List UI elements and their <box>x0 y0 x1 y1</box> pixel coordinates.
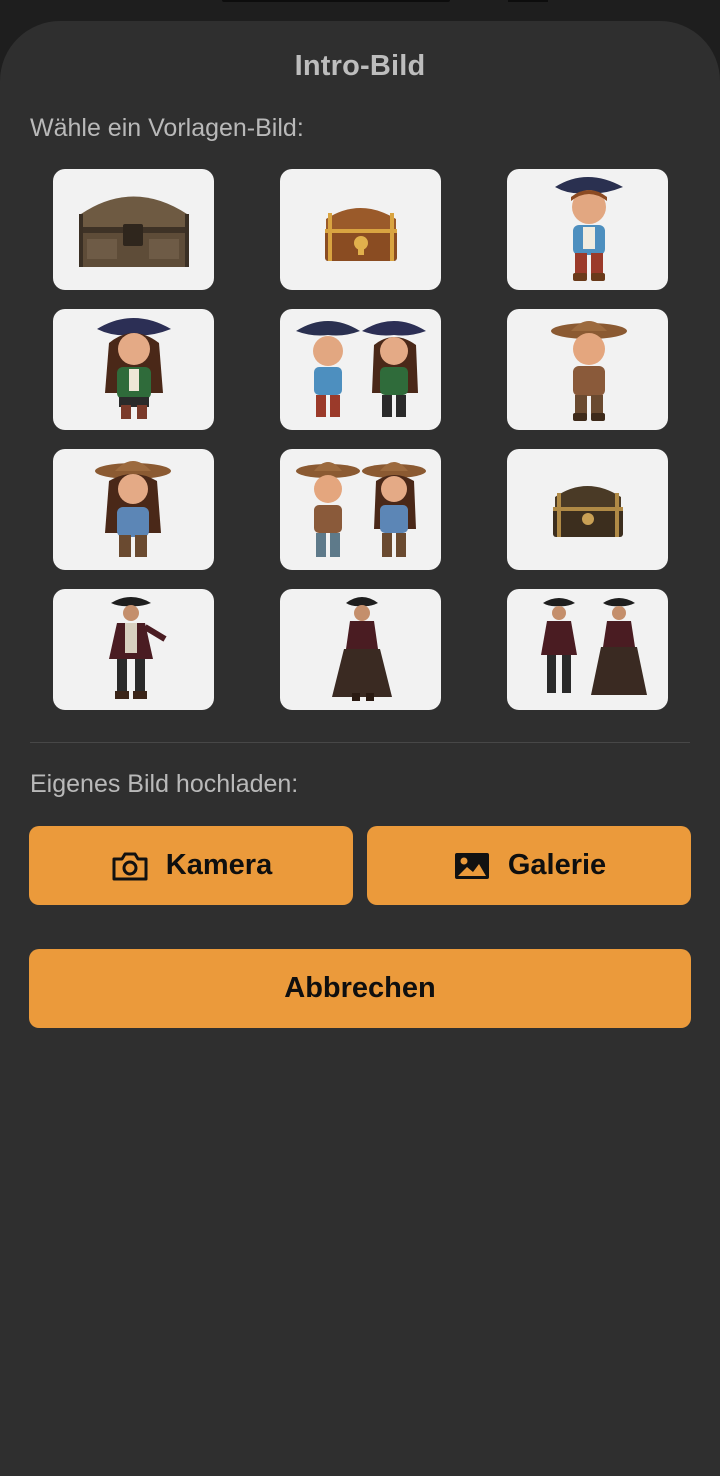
template-image-grid <box>53 169 668 710</box>
treasure-chest-image <box>553 486 623 537</box>
status-bar-edge <box>222 0 450 2</box>
templates-section-label: Wähle ein Vorlagen-Bild: <box>30 114 304 142</box>
pirate-kids-pair-image <box>296 321 426 417</box>
gallery-button[interactable]: Galerie <box>367 826 691 905</box>
template-pirate-adults-pair[interactable] <box>507 589 668 710</box>
upload-section-label: Eigenes Bild hochladen: <box>30 770 299 798</box>
sheet-title: Intro-Bild <box>294 50 426 82</box>
pirate-adults-pair-image <box>541 598 647 695</box>
template-pirate-girl[interactable] <box>53 309 214 430</box>
template-cowboy-kids-pair[interactable] <box>280 449 441 570</box>
gallery-button-label: Galerie <box>507 849 607 881</box>
cowboy-kids-pair-image <box>296 462 426 557</box>
template-chest-wooden[interactable] <box>53 169 214 290</box>
cancel-button[interactable]: Abbrechen <box>29 949 691 1028</box>
treasure-chest-image <box>325 208 397 261</box>
template-cowboy-boy[interactable] <box>507 309 668 430</box>
pirate-boy-image <box>555 177 623 281</box>
treasure-chest-image <box>79 196 189 267</box>
pirate-man-image <box>109 597 167 699</box>
template-pirate-boy[interactable] <box>507 169 668 290</box>
camera-icon <box>110 850 150 882</box>
template-cowgirl[interactable] <box>53 449 214 570</box>
template-pirate-woman[interactable] <box>280 589 441 710</box>
status-bar-edge-right <box>508 0 548 2</box>
camera-button[interactable]: Kamera <box>29 826 353 905</box>
cancel-button-label: Abbrechen <box>284 972 436 1004</box>
pirate-woman-image <box>332 597 392 701</box>
template-pirate-man[interactable] <box>53 589 214 710</box>
camera-button-label: Kamera <box>165 849 273 881</box>
cowboy-boy-image <box>551 321 627 421</box>
image-icon <box>452 850 492 882</box>
template-chest-ornate[interactable] <box>507 449 668 570</box>
template-pirate-kids-pair[interactable] <box>280 309 441 430</box>
section-divider <box>30 742 690 743</box>
template-chest-small[interactable] <box>280 169 441 290</box>
cowgirl-image <box>95 461 171 557</box>
pirate-girl-image <box>97 318 171 419</box>
